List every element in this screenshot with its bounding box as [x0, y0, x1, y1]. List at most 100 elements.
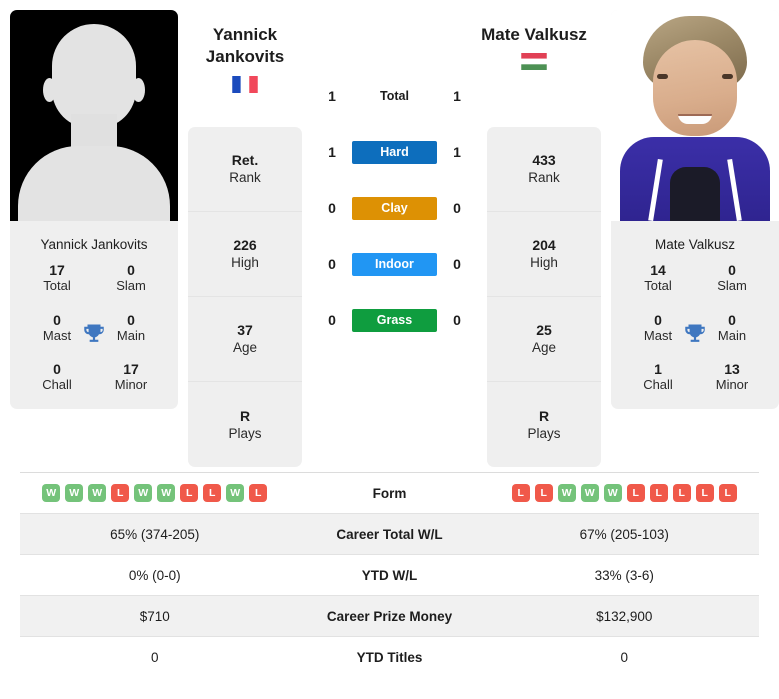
left-rank-label: Rank: [229, 170, 261, 186]
right-ytd_wl-cell: 33% (3-6): [594, 567, 654, 583]
left-stat-column: Ret. Rank 226 High 37 Age R Plays: [188, 127, 302, 467]
right-age-label: Age: [531, 340, 557, 356]
left-ytd_wl-cell: 0% (0-0): [128, 567, 181, 583]
left-titles-grid: 17 Total 0 Slam 0 Mast 0 Main 0 Chall 17…: [10, 262, 178, 409]
left-titles-chall-label: Chall: [42, 377, 72, 393]
right-rank-value: 433: [532, 152, 556, 169]
surface-label-grass[interactable]: Grass: [352, 308, 437, 332]
right-titles-slam-label: Slam: [717, 278, 747, 294]
left-titles-total-value: 17: [49, 262, 65, 278]
table-row-ytd_titles: 0 YTD Titles 0: [20, 636, 759, 677]
surface-row-indoor: 0 Indoor 0: [312, 236, 477, 292]
right-ytd_titles-cell: 0: [620, 649, 628, 665]
left-card-player-name: Yannick Jankovits: [40, 237, 148, 252]
left-player-photo: [10, 10, 178, 221]
right-player-card[interactable]: Mate Valkusz 14 Total 0 Slam 0 Mast 0 Ma…: [611, 10, 779, 410]
right-total-wins: 1: [453, 88, 461, 104]
right-rank-label: Rank: [528, 170, 560, 186]
form-badge-loss[interactable]: L: [180, 484, 199, 502]
form-badge-win[interactable]: W: [580, 484, 599, 502]
form-badge-win[interactable]: W: [226, 484, 245, 502]
right-plays-value: R: [538, 407, 550, 424]
table-row-career_prize: $710 Career Prize Money $132,900: [20, 595, 759, 636]
form-badge-loss[interactable]: L: [534, 484, 553, 502]
right-high-label: High: [530, 255, 558, 271]
right-titles-minor-label: Minor: [715, 377, 749, 393]
form-badge-win[interactable]: W: [134, 484, 153, 502]
left-grass-wins: 0: [328, 312, 336, 328]
left-rank-value: Ret.: [231, 152, 259, 169]
surface-label-clay[interactable]: Clay: [352, 196, 437, 220]
left-high-box: 226 High: [188, 212, 302, 297]
form-badge-win[interactable]: W: [42, 484, 61, 502]
trophy-icon: [685, 324, 705, 342]
left-plays-label: Plays: [228, 425, 262, 441]
right-plays-label: Plays: [527, 425, 561, 441]
surface-label-indoor[interactable]: Indoor: [352, 252, 437, 276]
surface-row-total: 1 Total 1: [312, 68, 477, 124]
table-row-ytd_wl: 0% (0-0) YTD W/L 33% (3-6): [20, 554, 759, 595]
form-badge-loss[interactable]: L: [111, 484, 130, 502]
form-badge-win[interactable]: W: [557, 484, 576, 502]
right-hard-wins: 1: [453, 144, 461, 160]
table-label-ytd_wl: YTD W/L: [361, 567, 418, 583]
table-label-career_prize: Career Prize Money: [326, 608, 453, 624]
left-indoor-wins: 0: [328, 256, 336, 272]
right-age-value: 25: [536, 322, 552, 339]
right-age-box: 25 Age: [487, 297, 601, 382]
left-career_wl-cell: 65% (374-205): [110, 526, 200, 542]
right-titles-total-value: 14: [650, 262, 666, 278]
player-comparison-page: Yannick Jankovits Mate Valkusz Yannick J…: [0, 0, 779, 699]
left-plays-value: R: [239, 407, 251, 424]
left-titles-slam-label: Slam: [116, 278, 146, 294]
table-label-ytd_titles: YTD Titles: [356, 649, 423, 665]
surface-label-hard[interactable]: Hard: [352, 140, 437, 164]
form-badge-win[interactable]: W: [603, 484, 622, 502]
right-high-value: 204: [532, 237, 556, 254]
right-plays-box: R Plays: [487, 382, 601, 467]
form-badge-win[interactable]: W: [88, 484, 107, 502]
form-badge-loss[interactable]: L: [203, 484, 222, 502]
form-badge-win[interactable]: W: [157, 484, 176, 502]
right-titles-slam-value: 0: [728, 262, 736, 278]
form-badge-loss[interactable]: L: [249, 484, 268, 502]
right-titles-chall-value: 1: [654, 361, 662, 378]
form-badge-loss[interactable]: L: [511, 484, 530, 502]
right-card-player-name: Mate Valkusz: [654, 237, 736, 252]
left-rank-box: Ret. Rank: [188, 127, 302, 212]
table-label-career_wl: Career Total W/L: [336, 526, 443, 542]
left-age-box: 37 Age: [188, 297, 302, 382]
right-titles-total-label: Total: [644, 278, 672, 294]
left-total-wins: 1: [328, 88, 336, 104]
form-badge-loss[interactable]: L: [649, 484, 668, 502]
left-age-label: Age: [232, 340, 258, 356]
surface-row-grass: 0 Grass 0: [312, 292, 477, 348]
right-player-photo: [611, 10, 779, 221]
surface-label-total[interactable]: Total: [352, 85, 437, 108]
left-clay-wins: 0: [328, 200, 336, 216]
form-badge-loss[interactable]: L: [718, 484, 737, 502]
right-titles-slam: 0 Slam: [695, 262, 769, 294]
right-titles-chall: 1 Chall: [621, 361, 695, 393]
left-titles-minor: 17 Minor: [94, 361, 168, 393]
right-indoor-wins: 0: [453, 256, 461, 272]
surface-row-clay: 0 Clay 0: [312, 180, 477, 236]
form-badge-win[interactable]: W: [65, 484, 84, 502]
left-age-value: 37: [237, 322, 253, 339]
right-titles-minor-value: 13: [724, 361, 740, 378]
right-titles-grid: 14 Total 0 Slam 0 Mast 0 Main 1 Chall 13…: [611, 262, 779, 409]
right-titles-chall-label: Chall: [643, 377, 673, 393]
form-badge-loss[interactable]: L: [626, 484, 645, 502]
left-titles-slam-value: 0: [127, 262, 135, 278]
left-titles-chall: 0 Chall: [20, 361, 94, 393]
surface-row-hard: 1 Hard 1: [312, 124, 477, 180]
form-badge-loss[interactable]: L: [672, 484, 691, 502]
left-ytd_titles-cell: 0: [150, 649, 159, 665]
form-badge-loss[interactable]: L: [695, 484, 714, 502]
left-high-value: 226: [233, 237, 257, 254]
left-titles-slam: 0 Slam: [94, 262, 168, 294]
left-high-label: High: [231, 255, 259, 271]
table-row-form: W W W L W W L L W L Form L L W W W L L L L L: [20, 472, 759, 513]
right-titles-minor: 13 Minor: [695, 361, 769, 393]
left-player-card[interactable]: Yannick Jankovits 17 Total 0 Slam 0 Mast: [10, 10, 178, 410]
